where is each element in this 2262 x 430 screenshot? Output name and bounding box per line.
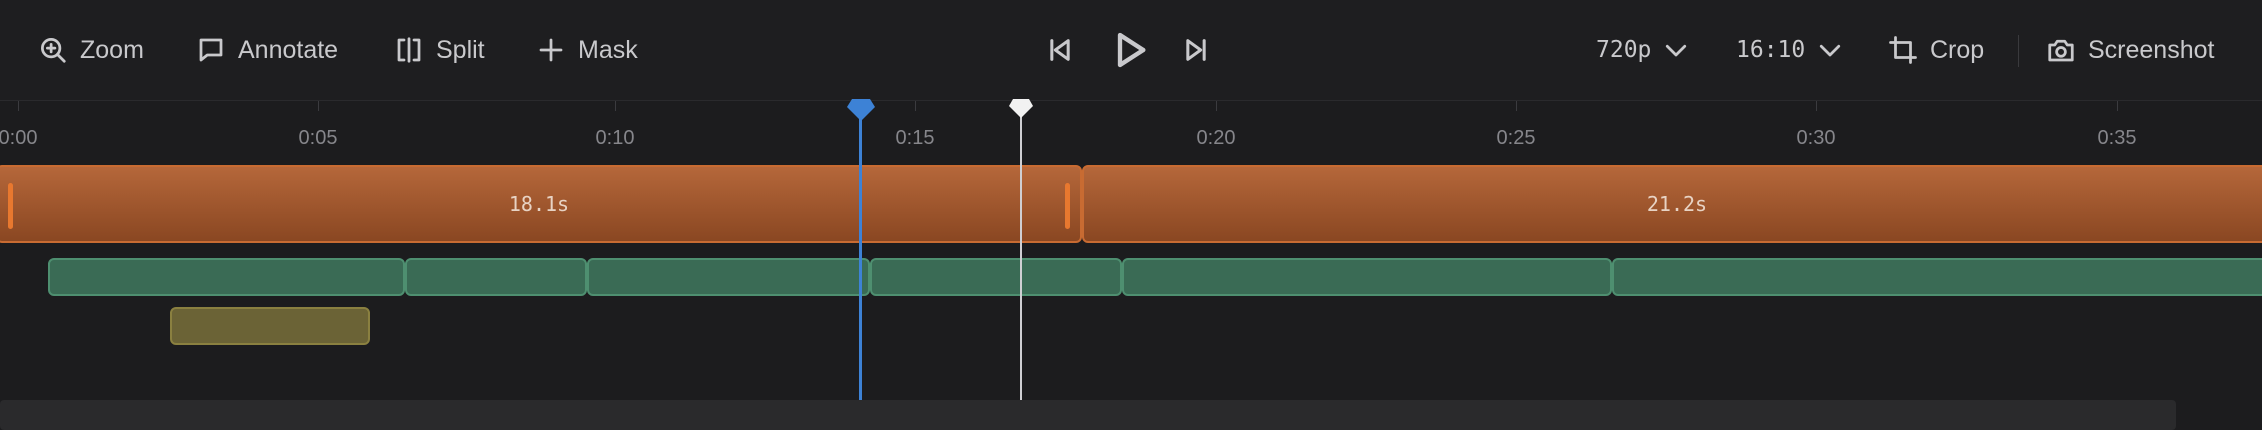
- ruler-label: 0:20: [1196, 127, 1236, 149]
- resolution-dropdown[interactable]: 720p: [1596, 30, 1691, 70]
- skip-back-button[interactable]: [1046, 25, 1074, 75]
- zoom-label: Zoom: [80, 35, 144, 64]
- ruler-label: 0:35: [2097, 127, 2137, 149]
- playhead-handle-icon[interactable]: [846, 97, 876, 123]
- ruler-label: 0:00: [0, 127, 38, 149]
- ruler-tick: [615, 101, 616, 111]
- aspect-ratio-dropdown[interactable]: 16:10: [1736, 30, 1845, 70]
- ruler-tick: [18, 101, 19, 111]
- ruler-label: 0:05: [298, 127, 338, 149]
- playhead[interactable]: [859, 110, 862, 400]
- ruler-tick: [1216, 101, 1217, 111]
- mask-button[interactable]: Mask: [536, 30, 638, 70]
- annotation-segment[interactable]: [170, 307, 370, 345]
- zoom-segment[interactable]: [587, 258, 870, 296]
- hover-cursor-line: [1020, 110, 1022, 400]
- ruler-label: 0:15: [895, 127, 935, 149]
- zoom-segment[interactable]: [870, 258, 1122, 296]
- skip-forward-icon: [1186, 39, 1206, 61]
- toolbar: Zoom Annotate Split Mask 720p 16:10 Crop…: [0, 0, 2262, 101]
- ruler-tick: [2117, 101, 2118, 111]
- zoom-segment[interactable]: [405, 258, 587, 296]
- clip-duration: 18.1s: [508, 192, 570, 216]
- timeline-scrollbar[interactable]: [0, 400, 2176, 430]
- ruler-tick: [318, 101, 319, 111]
- trim-handle-left[interactable]: [8, 183, 13, 229]
- annotate-button[interactable]: Annotate: [196, 30, 338, 70]
- annotate-label: Annotate: [238, 35, 339, 64]
- split-icon: [397, 37, 421, 63]
- split-button[interactable]: Split: [394, 30, 485, 70]
- clip-duration: 21.2s: [1646, 192, 1708, 216]
- trim-handle-right[interactable]: [1065, 183, 1070, 229]
- crop-label: Crop: [1930, 35, 1985, 64]
- ruler-label: 0:25: [1496, 127, 1536, 149]
- aspect-ratio-value: 16:10: [1736, 37, 1806, 63]
- chevron-down-icon: [1820, 44, 1841, 57]
- timeline-ruler[interactable]: 0:00 0:05 0:10 0:15 0:20 0:25 0:30 0:35: [0, 101, 2262, 161]
- split-label: Split: [436, 35, 485, 64]
- zoom-segment[interactable]: [1122, 258, 1612, 296]
- video-clip-2[interactable]: 21.2s: [1082, 165, 2262, 243]
- screenshot-label: Screenshot: [2088, 35, 2215, 64]
- speech-bubble-icon: [199, 38, 223, 62]
- crop-button[interactable]: Crop: [1888, 30, 1984, 70]
- crop-icon: [1889, 36, 1917, 64]
- zoom-in-icon: [41, 38, 66, 63]
- zoom-button[interactable]: Zoom: [38, 30, 144, 70]
- resolution-value: 720p: [1596, 37, 1652, 63]
- zoom-segment[interactable]: [1612, 258, 2262, 296]
- toolbar-divider: [2018, 35, 2019, 67]
- zoom-segment[interactable]: [48, 258, 405, 296]
- camera-icon: [2048, 39, 2074, 62]
- plus-icon: [539, 38, 563, 62]
- ruler-label: 0:30: [1796, 127, 1836, 149]
- timeline-tracks: 18.1s 21.2s: [0, 161, 2262, 401]
- screenshot-button[interactable]: Screenshot: [2046, 30, 2214, 70]
- ruler-label: 0:10: [595, 127, 635, 149]
- hover-cursor-marker-icon: [1009, 99, 1033, 118]
- skip-forward-button[interactable]: [1182, 25, 1210, 75]
- chevron-down-icon: [1666, 44, 1687, 57]
- ruler-tick: [1816, 101, 1817, 111]
- video-clip-1[interactable]: 18.1s: [0, 165, 1082, 243]
- mask-label: Mask: [578, 35, 638, 64]
- play-icon: [1117, 32, 1146, 68]
- ruler-tick: [1516, 101, 1517, 111]
- ruler-tick: [915, 101, 916, 111]
- skip-back-icon: [1050, 39, 1070, 61]
- play-button[interactable]: [1110, 25, 1150, 75]
